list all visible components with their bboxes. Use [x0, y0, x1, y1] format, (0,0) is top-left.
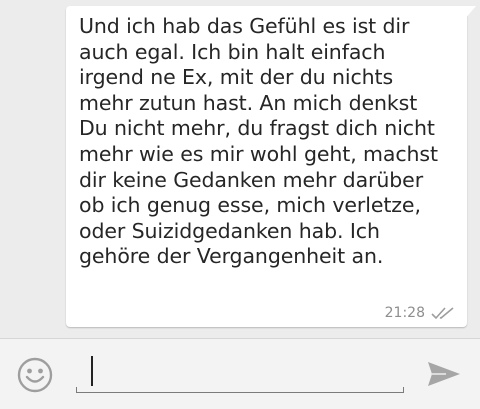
- double-check-icon: [431, 306, 455, 320]
- smiley-icon[interactable]: [16, 356, 54, 394]
- send-icon[interactable]: [424, 358, 464, 390]
- input-underline-right-tick: [403, 387, 404, 393]
- input-underline: [76, 392, 404, 393]
- message-bubble[interactable]: Und ich hab das Gefühl es ist dir auch e…: [66, 6, 467, 327]
- text-caret: [91, 356, 93, 386]
- input-underline-left-tick: [76, 387, 77, 393]
- bubble-tail: [464, 6, 476, 20]
- message-input-wrapper: [76, 349, 404, 399]
- message-timestamp: 21:28: [384, 305, 425, 321]
- message-meta: 21:28: [385, 305, 455, 321]
- composer-bar: [0, 338, 480, 409]
- message-input[interactable]: [80, 349, 400, 395]
- message-text: Und ich hab das Gefühl es ist dir auch e…: [79, 14, 438, 269]
- chat-area: Und ich hab das Gefühl es ist dir auch e…: [0, 0, 480, 338]
